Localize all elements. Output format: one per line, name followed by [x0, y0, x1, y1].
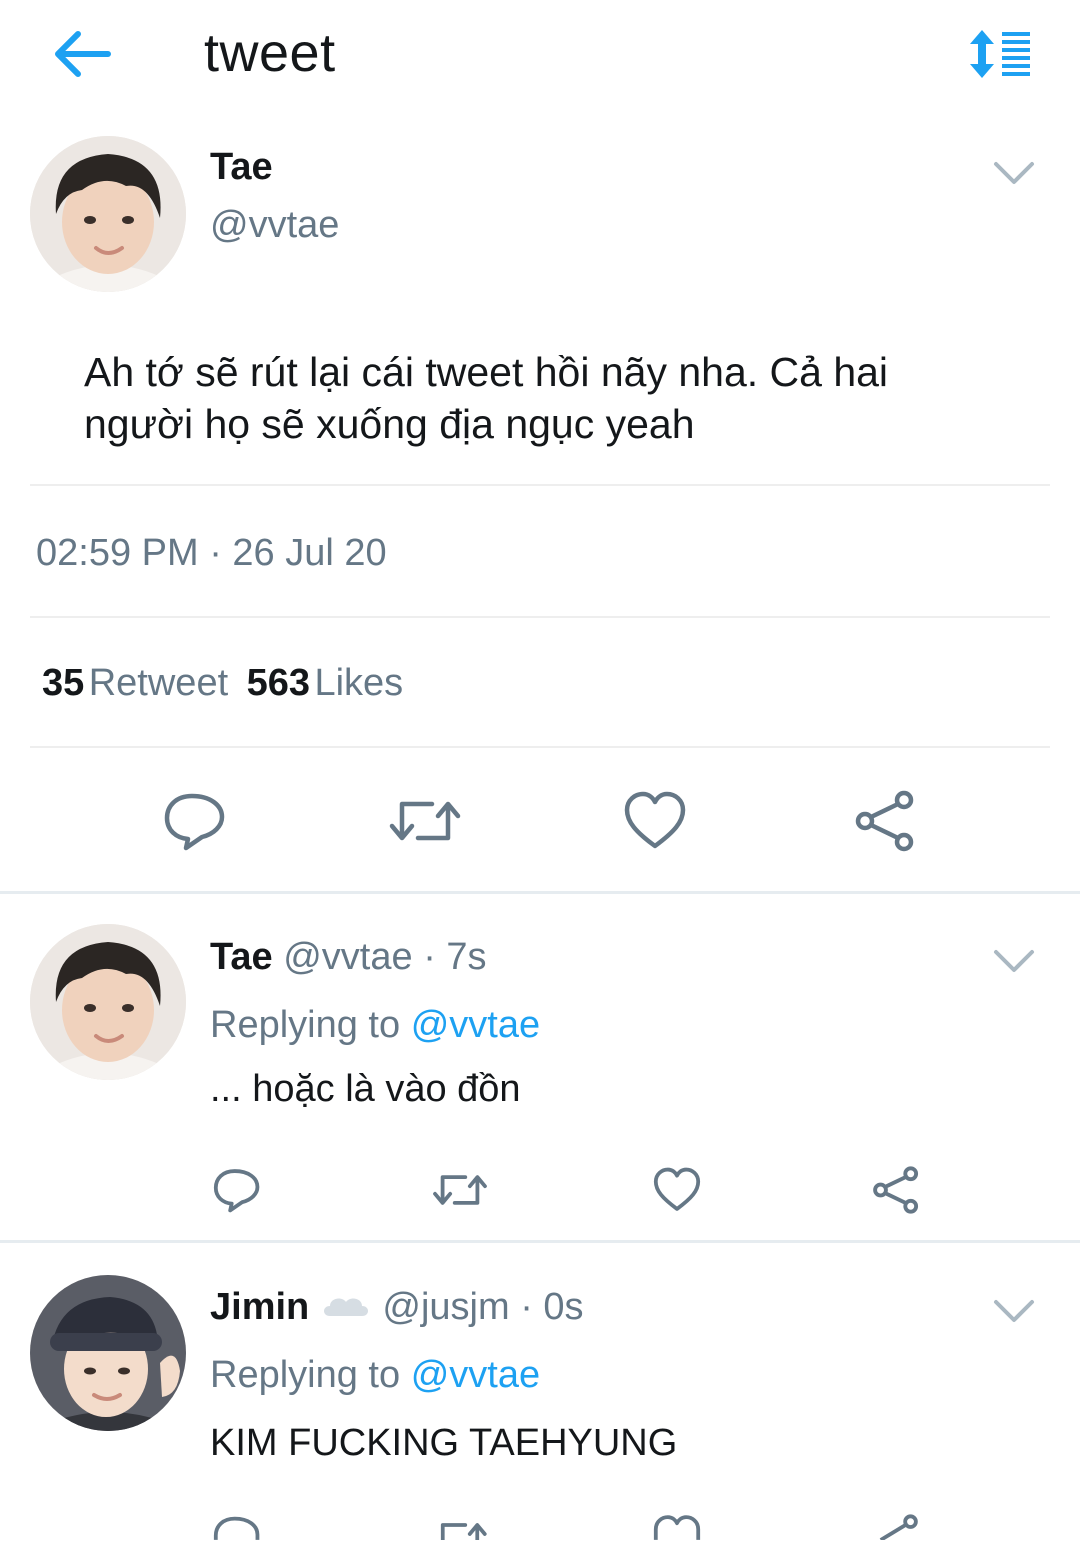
reply-icon: [164, 793, 225, 851]
reply-retweet-button[interactable]: [432, 1516, 488, 1545]
reply-text: ... hoặc là vào đồn: [210, 1068, 521, 1110]
reply-author-name[interactable]: Jimin: [210, 1286, 309, 1328]
reply-avatar[interactable]: [30, 924, 186, 1080]
reply-time: · 0s: [520, 1286, 584, 1328]
share-icon: [855, 790, 914, 852]
reply-retweet-button[interactable]: [432, 1168, 488, 1217]
reply-author-handle[interactable]: @vvtae: [283, 936, 412, 978]
reply-like-button[interactable]: [652, 1166, 702, 1219]
author-handle[interactable]: @vvtae: [210, 204, 339, 247]
reply-text: KIM FUCKING TAEHYUNG: [210, 1422, 678, 1464]
sort-icon: [970, 30, 1030, 78]
share-button[interactable]: [854, 790, 916, 857]
heart-icon: [653, 1515, 701, 1540]
retweet-icon: [389, 801, 461, 841]
tweet-menu-button[interactable]: [992, 158, 1036, 188]
reply-share-button[interactable]: [872, 1166, 920, 1219]
chevron-down-icon: [994, 950, 1034, 972]
replying-to: Replying to @vvtae: [210, 1004, 540, 1047]
reply-like-button[interactable]: [652, 1514, 702, 1545]
replying-mention-link[interactable]: @vvtae: [411, 1354, 540, 1396]
replying-mention-link[interactable]: @vvtae: [411, 1004, 540, 1046]
reply-menu-button[interactable]: [992, 946, 1036, 976]
reply-author-handle[interactable]: @jusjm: [382, 1286, 509, 1328]
heart-icon: [624, 791, 686, 849]
like-button[interactable]: [622, 790, 688, 857]
chevron-down-icon: [994, 1300, 1034, 1322]
author-name[interactable]: Tae: [210, 146, 273, 189]
replying-label: Replying to: [210, 1354, 401, 1396]
reply-reply-button[interactable]: [212, 1166, 262, 1219]
retweet-icon: [440, 1523, 487, 1542]
page-title: tweet: [204, 23, 336, 83]
replying-label: Replying to: [210, 1004, 401, 1046]
replying-to: Replying to @vvtae: [210, 1354, 540, 1397]
retweet-count: 35: [42, 662, 85, 704]
reply-author-name[interactable]: Tae: [210, 936, 273, 978]
share-icon: [879, 1514, 918, 1542]
reply-header: Tae @vvtae · 7s: [210, 936, 487, 979]
divider: [30, 746, 1050, 748]
back-button[interactable]: [52, 26, 116, 82]
likes-count: 563: [246, 662, 310, 704]
retweet-label: Retweet: [88, 662, 229, 704]
retweets-stat[interactable]: 35 Retweet: [42, 662, 233, 704]
share-icon: [873, 1166, 919, 1214]
likes-stat[interactable]: 563 Likes: [247, 662, 404, 704]
reply-button[interactable]: [162, 790, 228, 857]
divider: [0, 1240, 1080, 1243]
tweet-text-line-1: Ah tớ sẽ rút lại cái tweet hồi nãy nha. …: [84, 349, 889, 395]
divider: [30, 616, 1050, 618]
likes-label: Likes: [314, 662, 404, 704]
avatar[interactable]: [30, 136, 186, 292]
reply-header: Jimin @jusjm · 0s: [210, 1286, 584, 1330]
tweet-timestamp: 02:59 PM · 26 Jul 20: [36, 532, 387, 574]
retweet-icon: [433, 1175, 487, 1205]
cloud-icon: [320, 1287, 372, 1330]
tweet-stats: 35 Retweet 563 Likes: [42, 662, 403, 705]
heart-icon: [653, 1167, 701, 1211]
tweet-text-line-2: người họ sẽ xuống địa ngục yeah: [84, 401, 695, 447]
reply-share-button[interactable]: [872, 1514, 920, 1545]
reply-menu-button[interactable]: [992, 1296, 1036, 1326]
reply-reply-button[interactable]: [212, 1514, 262, 1545]
reply-icon: [213, 1516, 260, 1540]
back-arrow-icon: [55, 31, 111, 77]
retweet-button[interactable]: [388, 792, 462, 855]
divider: [30, 484, 1050, 486]
sort-button[interactable]: [968, 28, 1036, 80]
reply-icon: [213, 1169, 260, 1213]
reply-time: · 7s: [423, 936, 487, 978]
divider: [0, 891, 1080, 894]
chevron-down-icon: [994, 162, 1034, 184]
reply-avatar[interactable]: [30, 1275, 186, 1431]
